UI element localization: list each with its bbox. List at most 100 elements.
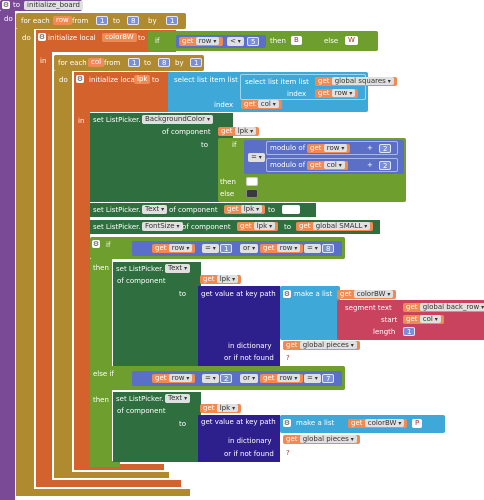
lpk-var[interactable]: lpk [216,404,239,412]
then-string[interactable]: B [291,36,302,45]
less-than-op[interactable]: < [227,37,244,46]
get-col-block[interactable]: get col [307,161,348,170]
get-row-block[interactable]: get row [260,374,304,383]
for-each-row-var[interactable]: row [53,16,72,25]
fontsize-prop-dropdown[interactable]: FontSize [142,222,183,231]
procedure-block[interactable]: ⚙ to initialize_board [0,0,83,11]
get-row-block[interactable]: get row [179,37,223,46]
get-colorBW-block[interactable]: get colorBW [337,290,397,299]
if-color-block[interactable]: if then else = modulo of get row + 2 mod… [218,138,406,202]
for-each-col-block[interactable]: for each col from 1 to 8 by 1 [54,55,204,71]
equals-op[interactable]: = [248,153,265,162]
to-value[interactable]: 8 [127,16,140,25]
init-lpk-block[interactable]: ⚙ initialize local lpk to [74,72,174,112]
by-value[interactable]: 1 [166,16,179,25]
get-row-block[interactable]: get row [260,244,304,253]
get-global-back-row[interactable]: get global back_row [403,303,484,312]
make-a-list-block-1[interactable]: ⚙ make a list [280,286,340,340]
global-small-var[interactable]: global SMALL [312,222,371,230]
global-squares-var[interactable]: global squares [331,77,394,85]
colorBW-var[interactable]: colorBW [353,290,394,298]
get-lpk-block[interactable]: get lpk [218,127,260,136]
get-row-block[interactable]: get row [315,89,359,98]
or-op[interactable]: or [240,244,259,253]
global-pieces-var[interactable]: global pieces [299,435,357,443]
equals-op[interactable]: = [202,244,219,253]
get-value-at-key-path-1[interactable]: get value at key path in dictionary or i… [198,286,280,366]
eight-value[interactable]: 8 [322,244,335,253]
get-global-pieces[interactable]: get global pieces [283,435,360,444]
lpk-var[interactable]: lpk [216,275,239,283]
dark-color-swatch[interactable] [246,189,258,198]
get-lpk-block[interactable]: get lpk [200,275,242,284]
for-each-row-block[interactable]: for each row from 1 to 8 by 1 [16,13,186,29]
or-op[interactable]: or [240,374,259,383]
from-value[interactable]: 1 [96,16,109,25]
not-found-string[interactable]: ? [283,449,305,458]
or-block[interactable]: get row = 1 or get row = 8 [132,241,342,256]
colorBW-var[interactable]: colorBW [364,419,405,427]
get-row-block[interactable]: get row [152,374,196,383]
modulo-row-block[interactable]: modulo of get row + 2 [266,141,398,155]
lpk-var[interactable]: lpk [253,222,276,230]
get-lpk-block[interactable]: get lpk [237,222,279,231]
if-row-1-8-block[interactable]: ⚙ if get row = 1 or get row = 8 [90,237,345,259]
modulo-col-block[interactable]: modulo of get col + 2 [266,158,398,172]
if-expression-block[interactable]: if get row < 5 then B else W [148,31,378,51]
get-colorBW-block[interactable]: get colorBW [348,419,408,428]
colorBW-var[interactable]: colorBW [102,33,137,42]
set-text-lookup-block-1[interactable]: set ListPicker. Text of component to [113,262,201,366]
col-var[interactable]: col [257,100,279,108]
col-var[interactable]: col [323,161,345,169]
two-value[interactable]: 2 [220,374,233,383]
row-var[interactable]: row [168,244,193,252]
seven-value[interactable]: 7 [322,374,335,383]
global-back-row-var[interactable]: global back_row [419,303,484,311]
col-var[interactable]: col [419,315,441,323]
one-value[interactable]: 1 [220,244,233,253]
set-text-lookup-block-2[interactable]: set ListPicker. Text of component to [113,392,201,462]
blank-string[interactable] [282,205,300,214]
gear-icon[interactable]: ⚙ [76,75,84,83]
to-value[interactable]: 8 [158,58,171,67]
get-col-block[interactable]: get col [241,100,282,109]
background-prop-dropdown[interactable]: BackgroundColor [142,115,213,124]
get-lpk-block[interactable]: get lpk [224,205,266,214]
get-col-block[interactable]: get col [403,315,444,324]
gear-icon[interactable]: ⚙ [2,1,10,9]
get-global-pieces[interactable]: get global pieces [283,341,360,350]
global-pieces-var[interactable]: global pieces [299,341,357,349]
lpk-var[interactable]: lpk [234,127,257,135]
p-string[interactable]: P [412,419,423,428]
get-value-at-key-path-2[interactable]: get value at key path in dictionary or i… [198,415,280,462]
else-string[interactable]: W [345,36,358,45]
equals-op[interactable]: = [304,374,321,383]
get-row-block[interactable]: get row [152,244,196,253]
select-list-item-inner[interactable]: select list item list get global squares… [240,74,397,100]
make-a-list-block-2[interactable]: ⚙ make a list get colorBW P [280,415,445,433]
from-value[interactable]: 1 [128,58,141,67]
set-fontsize-block[interactable]: set ListPicker. FontSize of component ge… [90,220,380,234]
lpk-var[interactable]: lpk [240,205,263,213]
get-row-block[interactable]: get row [307,144,351,153]
gear-icon[interactable]: ⚙ [283,290,291,298]
row-var[interactable]: row [276,374,301,382]
length-value[interactable]: 1 [403,327,416,336]
for-each-col-var[interactable]: col [88,58,105,67]
procedure-name-field[interactable]: initialize_board [24,1,83,10]
set-background-block[interactable]: set ListPicker. BackgroundColor of compo… [90,113,233,202]
get-global-small[interactable]: get global SMALL [296,222,374,231]
else-if-block[interactable]: else if get row = 2 or get row = 7 [90,366,345,390]
get-lpk-block[interactable]: get lpk [200,404,242,413]
text-prop-dropdown[interactable]: Text [142,205,168,214]
equals-op[interactable]: = [202,374,219,383]
text-prop-dropdown[interactable]: Text [165,394,191,403]
by-value[interactable]: 1 [190,58,203,67]
row-var[interactable]: row [195,37,220,45]
gear-icon[interactable]: ⚙ [283,419,291,427]
select-list-item-outer[interactable]: select list item list index get col sele… [168,72,397,112]
not-found-string[interactable]: ? [283,354,305,363]
lpk-var[interactable]: lpk [134,75,151,84]
segment-text-block[interactable]: segment text get global back_row start g… [337,300,484,340]
five-value[interactable]: 5 [247,37,260,46]
